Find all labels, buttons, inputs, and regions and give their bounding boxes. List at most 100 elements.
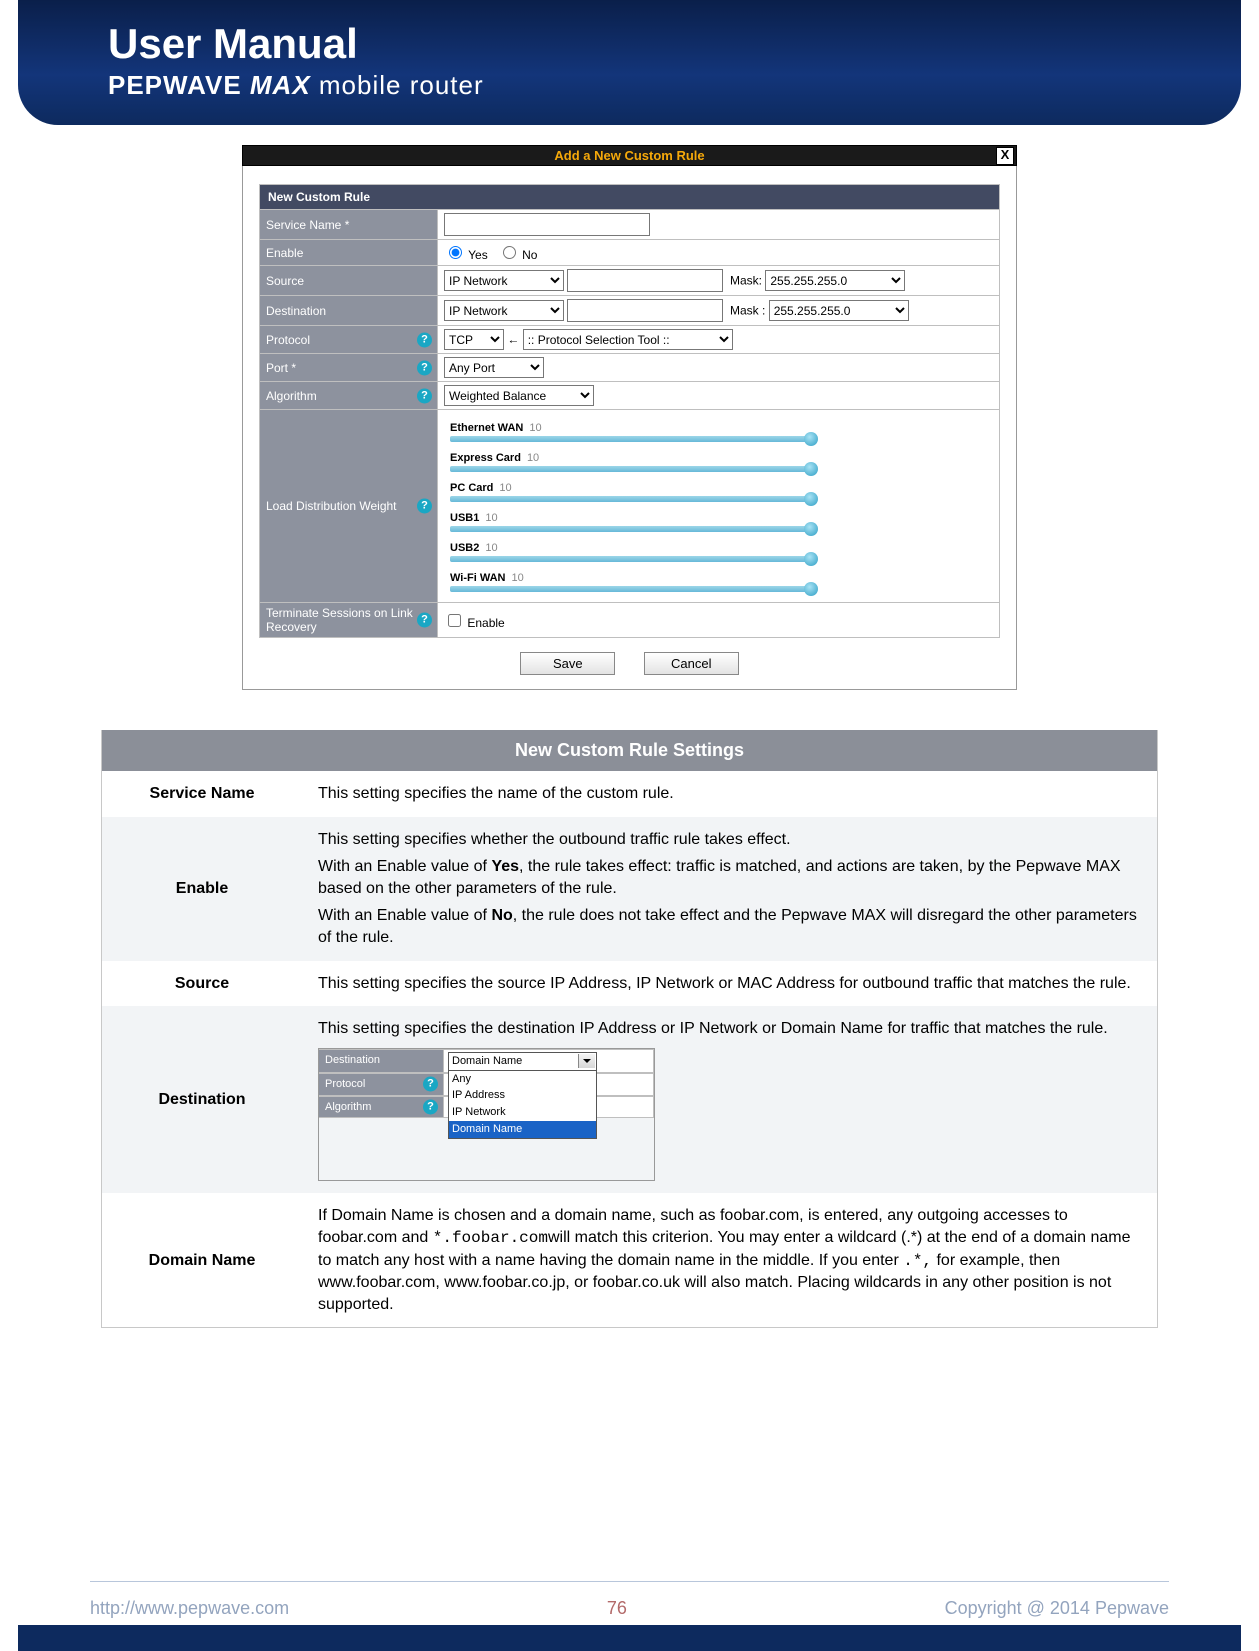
document-page: User Manual PEPWAVE MAX mobile router Ad…: [0, 0, 1259, 1651]
protocol-tool-select[interactable]: :: Protocol Selection Tool ::: [523, 329, 733, 350]
slider-track[interactable]: [450, 496, 810, 502]
destination-type-select[interactable]: IP Network: [444, 300, 564, 321]
page-footer: http://www.pepwave.com 76 Copyright @ 20…: [90, 1581, 1169, 1619]
enable-no-option[interactable]: No: [498, 248, 538, 262]
destination-mask-select[interactable]: 255.255.255.0: [769, 300, 909, 321]
slider-value: 10: [499, 482, 511, 494]
setting-key: Enable: [102, 817, 302, 961]
port-select[interactable]: Any Port: [444, 357, 544, 378]
save-button[interactable]: Save: [520, 652, 615, 675]
slider-grip[interactable]: [804, 552, 818, 566]
label-terminate-sessions: Terminate Sessions on Link Recovery ?: [260, 603, 438, 638]
label-enable: Enable: [260, 240, 438, 266]
setting-description: This setting specifies the destination I…: [302, 1006, 1157, 1193]
help-icon[interactable]: ?: [417, 360, 432, 375]
setting-description: If Domain Name is chosen and a domain na…: [302, 1193, 1157, 1327]
custom-rule-dialog: Add a New Custom Rule X New Custom Rule …: [242, 145, 1017, 690]
page-number: 76: [607, 1598, 627, 1619]
setting-key: Source: [102, 961, 302, 1007]
arrow-icon: ←: [507, 333, 519, 347]
terminate-enable-option[interactable]: Enable: [444, 616, 505, 630]
radio-no[interactable]: [503, 246, 516, 259]
chevron-down-icon: [578, 1054, 595, 1068]
source-mask-select[interactable]: 255.255.255.0: [765, 270, 905, 291]
label-port: Port * ?: [260, 354, 438, 382]
load-slider[interactable]: USB110: [450, 510, 987, 532]
footer-band: [18, 1625, 1241, 1651]
setting-key: Destination: [102, 1006, 302, 1193]
dropdown-list[interactable]: AnyIP AddressIP NetworkDomain Name: [448, 1070, 597, 1139]
setting-description: This setting specifies the source IP Add…: [302, 961, 1157, 1007]
slider-track[interactable]: [450, 436, 810, 442]
source-mask-label: Mask:: [730, 274, 762, 288]
slider-track[interactable]: [450, 526, 810, 532]
dropdown-option[interactable]: Domain Name: [449, 1121, 596, 1138]
slider-value: 10: [527, 452, 539, 464]
slider-value: 10: [485, 542, 497, 554]
slider-grip[interactable]: [804, 492, 818, 506]
slider-label: Ethernet WAN: [450, 422, 523, 434]
slider-grip[interactable]: [804, 432, 818, 446]
manual-title: User Manual: [108, 20, 1241, 68]
help-icon[interactable]: ?: [417, 499, 432, 514]
service-name-input[interactable]: [444, 213, 650, 236]
dropdown-option[interactable]: IP Network: [449, 1104, 596, 1121]
section-header: New Custom Rule: [260, 185, 1000, 210]
settings-title: New Custom Rule Settings: [102, 730, 1157, 771]
label-destination: Destination: [260, 296, 438, 326]
destination-mask-label: Mask :: [730, 304, 765, 318]
slider-track[interactable]: [450, 586, 810, 592]
footer-copyright: Copyright @ 2014 Pepwave: [945, 1598, 1169, 1619]
help-icon[interactable]: ?: [417, 388, 432, 403]
label-algorithm: Algorithm ?: [260, 382, 438, 410]
load-slider[interactable]: Ethernet WAN 10: [450, 420, 987, 442]
algorithm-select[interactable]: Weighted Balance: [444, 385, 594, 406]
load-slider[interactable]: Express Card 10: [450, 450, 987, 472]
dialog-title: Add a New Custom Rule: [554, 148, 704, 163]
help-icon[interactable]: ?: [417, 613, 432, 628]
dropdown-option[interactable]: IP Address: [449, 1087, 596, 1104]
dropdown-option[interactable]: Any: [449, 1071, 596, 1088]
slider-grip[interactable]: [804, 582, 818, 596]
setting-key: Service Name: [102, 771, 302, 817]
label-service-name: Service Name *: [260, 210, 438, 240]
footer-url: http://www.pepwave.com: [90, 1598, 289, 1619]
dialog-titlebar: Add a New Custom Rule X: [242, 145, 1017, 166]
settings-table: New Custom Rule Settings Service NameThi…: [101, 730, 1158, 1328]
close-icon[interactable]: X: [996, 147, 1014, 165]
slider-label: USB2: [450, 542, 479, 554]
slider-label: Express Card: [450, 452, 521, 464]
help-icon[interactable]: ?: [423, 1100, 438, 1115]
setting-key: Domain Name: [102, 1193, 302, 1327]
help-icon[interactable]: ?: [423, 1077, 438, 1092]
label-load-distribution: Load Distribution Weight ?: [260, 410, 438, 603]
product-line: PEPWAVE MAX mobile router: [108, 70, 1241, 101]
load-slider[interactable]: USB2 10: [450, 540, 987, 562]
terminate-checkbox[interactable]: [448, 614, 461, 627]
document-header: User Manual PEPWAVE MAX mobile router: [18, 0, 1241, 125]
slider-value: 10: [485, 512, 497, 524]
slider-grip[interactable]: [804, 462, 818, 476]
setting-description: This setting specifies the name of the c…: [302, 771, 1157, 817]
mini-value: Domain NameAnyIP AddressIP NetworkDomain…: [444, 1049, 654, 1073]
radio-yes[interactable]: [449, 246, 462, 259]
source-type-select[interactable]: IP Network: [444, 270, 564, 291]
slider-value: 10: [512, 572, 524, 584]
destination-ip-input[interactable]: [567, 299, 723, 322]
slider-track[interactable]: [450, 466, 810, 472]
load-slider[interactable]: Wi-Fi WAN 10: [450, 570, 987, 592]
slider-grip[interactable]: [804, 522, 818, 536]
load-slider[interactable]: PC Card10: [450, 480, 987, 502]
slider-value: 10: [529, 422, 541, 434]
label-source: Source: [260, 266, 438, 296]
domain-dropdown[interactable]: Domain NameAnyIP AddressIP NetworkDomain…: [448, 1052, 597, 1071]
cancel-button[interactable]: Cancel: [644, 652, 739, 675]
enable-yes-option[interactable]: Yes: [444, 248, 488, 262]
slider-track[interactable]: [450, 556, 810, 562]
setting-description: This setting specifies whether the outbo…: [302, 817, 1157, 961]
help-icon[interactable]: ?: [417, 332, 432, 347]
source-ip-input[interactable]: [567, 269, 723, 292]
protocol-select[interactable]: TCP: [444, 329, 504, 350]
slider-label: Wi-Fi WAN: [450, 572, 506, 584]
destination-dropdown-illustration: DestinationDomain NameAnyIP AddressIP Ne…: [318, 1048, 655, 1182]
